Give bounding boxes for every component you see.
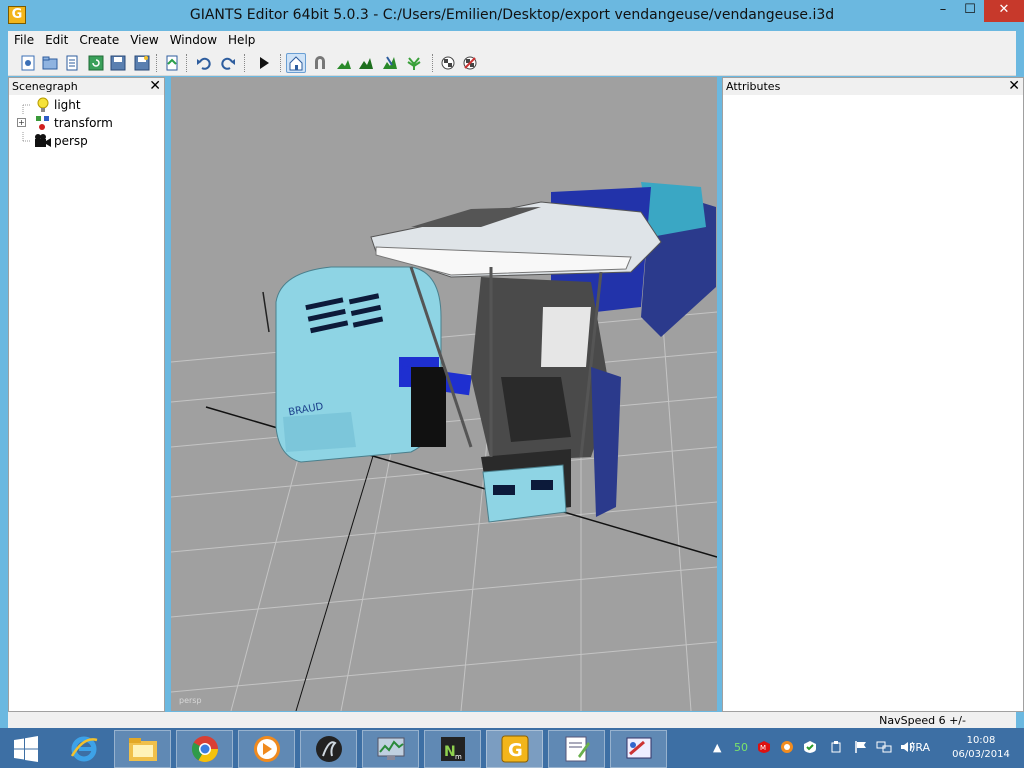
import-icon[interactable] <box>162 53 182 73</box>
tree-label-persp: persp <box>54 134 88 148</box>
viewport-scene: BRAUD <box>171 182 717 711</box>
camera-icon <box>35 134 51 147</box>
menu-help[interactable]: Help <box>222 31 260 47</box>
tree-item-persp[interactable]: persp <box>9 132 164 150</box>
text-editor-icon[interactable] <box>548 730 605 768</box>
attributes-title: Attributes <box>726 80 781 93</box>
toolbar <box>8 50 1016 76</box>
tree-expander-button[interactable]: + <box>17 118 26 127</box>
magnet-icon[interactable] <box>310 53 330 73</box>
toolbar-separator <box>186 54 188 72</box>
notepad-plus-plus-icon[interactable]: Nm <box>424 730 481 768</box>
save-as-icon[interactable] <box>132 53 152 73</box>
scenegraph-title: Scenegraph <box>12 80 78 93</box>
open-icon[interactable] <box>40 53 60 73</box>
language-indicator[interactable]: FRA <box>909 741 930 754</box>
network-icon[interactable] <box>876 740 892 757</box>
resource-monitor-icon[interactable] <box>362 730 419 768</box>
close-button[interactable]: ✕ <box>984 0 1024 22</box>
svg-text:N: N <box>444 744 456 760</box>
reload-icon[interactable] <box>86 53 106 73</box>
svg-text:m: m <box>455 753 462 761</box>
svg-text:G: G <box>508 740 523 761</box>
media-player-icon[interactable] <box>238 730 295 768</box>
toolbar-separator <box>156 54 158 72</box>
navspeed-readout: NavSpeed 6 +/- <box>879 714 966 727</box>
title-bar[interactable]: G GIANTS Editor 64bit 5.0.3 - C:/Users/E… <box>0 0 1024 30</box>
foliage-icon[interactable] <box>404 53 424 73</box>
clock-time: 10:08 <box>966 735 996 746</box>
menu-file[interactable]: File <box>8 31 39 47</box>
menu-bar: File Edit Create View Window Help <box>8 31 1016 50</box>
scenegraph-panel: Scenegraph ✕ light + transform persp <box>8 77 165 712</box>
menu-view[interactable]: View <box>124 31 163 47</box>
taskbar: Nm G ▲ 50 M FRA 10:08 06/03/2014 <box>0 728 1024 768</box>
usb-icon[interactable] <box>829 740 843 757</box>
tree-connector-icon <box>22 104 31 114</box>
action-center-icon[interactable] <box>803 740 817 757</box>
java-update-icon[interactable] <box>780 740 794 757</box>
tray-expand-icon[interactable]: ▲ <box>713 741 721 754</box>
scenegraph-close-button[interactable]: ✕ <box>149 78 161 94</box>
play-icon[interactable] <box>254 53 274 73</box>
menu-edit[interactable]: Edit <box>39 31 73 47</box>
3d-viewport[interactable]: BRAUD persp <box>171 77 717 711</box>
undo-icon[interactable] <box>194 53 214 73</box>
terrain-paint-icon[interactable] <box>356 53 376 73</box>
mcafee-icon[interactable]: M <box>757 740 771 757</box>
viewport-camera-label: persp <box>179 696 202 705</box>
attributes-header: Attributes ✕ <box>723 78 1023 95</box>
attributes-close-button[interactable]: ✕ <box>1008 78 1020 94</box>
checker-cancel-icon[interactable] <box>460 53 480 73</box>
chrome-icon[interactable] <box>176 730 233 768</box>
status-bar: NavSpeed 6 +/- <box>8 712 1016 728</box>
clock[interactable]: 10:08 06/03/2014 <box>946 734 1016 762</box>
tree-label-transform: transform <box>54 116 113 130</box>
flag-icon[interactable] <box>854 740 868 757</box>
save-icon[interactable] <box>108 53 128 73</box>
editor-window: G GIANTS Editor 64bit 5.0.3 - C:/Users/E… <box>0 0 1024 728</box>
blender-icon[interactable] <box>300 730 357 768</box>
terrain-sculpt-icon[interactable] <box>380 53 400 73</box>
toolbar-separator <box>432 54 434 72</box>
file-explorer-icon[interactable] <box>114 730 171 768</box>
toolbar-separator <box>280 54 282 72</box>
ground-grid <box>171 296 717 711</box>
terrain-icon[interactable] <box>334 53 354 73</box>
maximize-button[interactable]: ☐ <box>957 0 983 22</box>
tree-connector-icon <box>22 132 31 142</box>
harvester-model[interactable]: BRAUD <box>262 182 716 523</box>
redo-icon[interactable] <box>218 53 238 73</box>
window-title: GIANTS Editor 64bit 5.0.3 - C:/Users/Emi… <box>189 7 835 23</box>
internet-explorer-icon[interactable] <box>55 730 112 768</box>
minimize-button[interactable]: – <box>930 0 956 22</box>
tray-counter[interactable]: 50 <box>734 741 748 754</box>
transform-icon <box>36 116 49 130</box>
svg-text:M: M <box>760 744 766 752</box>
light-bulb-icon <box>37 97 49 112</box>
toolbar-separator <box>244 54 246 72</box>
tree-label-light: light <box>54 98 81 112</box>
list-icon[interactable] <box>62 53 82 73</box>
home-icon[interactable] <box>286 53 306 73</box>
attributes-panel: Attributes ✕ <box>722 77 1024 712</box>
menu-create[interactable]: Create <box>73 31 124 47</box>
clock-date: 06/03/2014 <box>952 749 1010 760</box>
tree-item-light[interactable]: light <box>9 96 164 114</box>
new-scene-icon[interactable] <box>18 53 38 73</box>
checker-icon[interactable] <box>438 53 458 73</box>
start-icon[interactable] <box>0 730 52 768</box>
paint-icon[interactable] <box>610 730 667 768</box>
giants-editor-icon[interactable]: G <box>486 730 543 768</box>
menu-window[interactable]: Window <box>164 31 222 47</box>
tree-item-transform[interactable]: + transform <box>9 114 164 132</box>
scenegraph-header: Scenegraph ✕ <box>9 78 164 95</box>
